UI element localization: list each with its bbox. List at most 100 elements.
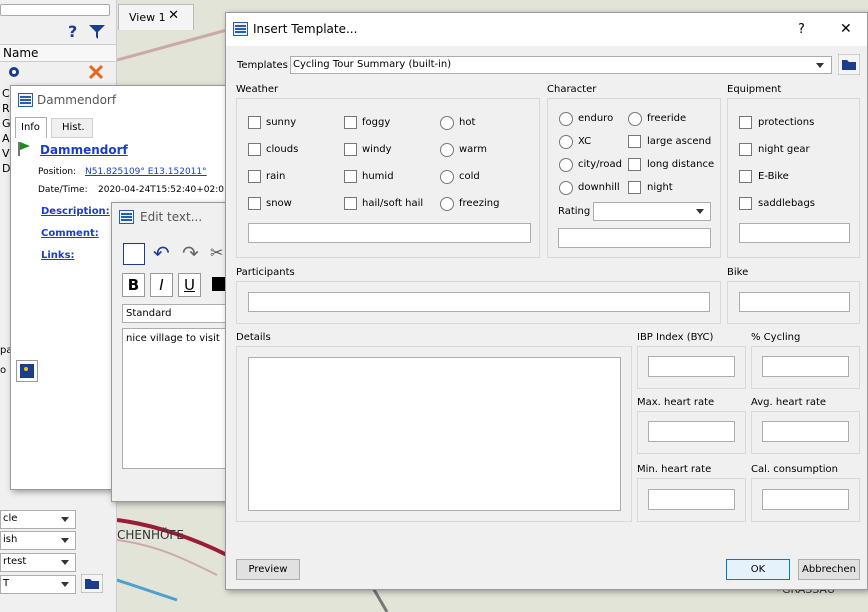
dialog-title-bar: Insert Template... <box>226 13 867 46</box>
name-column-header[interactable]: Name <box>0 44 116 62</box>
details-label: Details <box>236 332 271 343</box>
min-heart-rate-field[interactable] <box>648 489 735 510</box>
preview-button[interactable]: Preview <box>236 559 300 580</box>
checkbox-large-ascend[interactable] <box>628 135 641 148</box>
participants-label: Participants <box>236 267 295 278</box>
checkbox-sunny[interactable] <box>248 116 261 129</box>
checkbox-hail[interactable] <box>344 197 357 210</box>
checkbox-rain[interactable] <box>248 170 261 183</box>
checkbox-night-gear[interactable] <box>739 143 752 156</box>
tools-icon[interactable] <box>88 64 104 80</box>
character-notes-field[interactable] <box>558 228 711 248</box>
help-button[interactable]: ? <box>798 22 805 37</box>
cancel-button[interactable]: Abbrechen <box>798 559 860 580</box>
radio-warm[interactable] <box>440 143 454 157</box>
style-select[interactable]: Standard <box>122 304 237 323</box>
close-icon[interactable]: ✕ <box>840 21 852 37</box>
checkbox-label: long distance <box>647 159 715 170</box>
folder-open-icon[interactable] <box>838 54 860 75</box>
details-textarea[interactable] <box>248 357 621 511</box>
chevron-down-icon <box>61 560 69 565</box>
cycling-percent-group <box>751 346 860 389</box>
participants-field[interactable] <box>248 292 710 312</box>
combo-2[interactable]: ish <box>0 531 76 550</box>
position-link[interactable]: N51.825109° E13.152011° <box>85 167 207 177</box>
combo-value: ish <box>3 534 18 545</box>
ok-button[interactable]: OK <box>726 559 790 580</box>
waypoint-name-link[interactable]: Dammendorf <box>40 143 128 157</box>
checkbox-long-distance[interactable] <box>628 158 641 171</box>
radio-hot[interactable] <box>440 116 454 130</box>
equipment-notes-field[interactable] <box>739 223 850 243</box>
ibp-index-field[interactable] <box>648 356 735 377</box>
radio-freezing[interactable] <box>440 197 454 211</box>
links-link[interactable]: Links: <box>41 250 75 261</box>
templates-select[interactable]: Cycling Tour Summary (built-in) <box>290 56 832 74</box>
image-placeholder-icon[interactable] <box>16 360 38 382</box>
insert-template-dialog: Insert Template... ? ✕ Templates Cycling… <box>225 12 868 590</box>
info-window-title-bar: Dammendorf <box>11 86 249 114</box>
cal-consumption-field[interactable] <box>762 489 849 510</box>
chevron-down-icon <box>61 517 69 522</box>
avg-heart-rate-field[interactable] <box>762 421 849 442</box>
checkbox-label: night <box>647 182 673 193</box>
rating-select[interactable] <box>593 202 711 221</box>
bike-field[interactable] <box>739 292 850 312</box>
cycling-percent-field[interactable] <box>762 356 849 377</box>
combo-value: cle <box>3 513 18 524</box>
checkbox-snow[interactable] <box>248 197 261 210</box>
color-button[interactable] <box>212 277 226 291</box>
checkbox-humid[interactable] <box>344 170 357 183</box>
comment-link[interactable]: Comment: <box>41 228 99 239</box>
bold-button[interactable]: B <box>122 273 145 297</box>
weather-label: Weather <box>236 84 279 95</box>
max-heart-rate-group <box>637 411 746 454</box>
max-heart-rate-field[interactable] <box>648 421 735 442</box>
tab-info[interactable]: Info <box>15 117 47 138</box>
gear-icon[interactable] <box>7 65 21 79</box>
top-scrollbar[interactable] <box>0 4 110 16</box>
combo-3[interactable]: rtest <box>0 553 76 572</box>
checkbox-clouds[interactable] <box>248 143 261 156</box>
checkbox-e-bike[interactable] <box>739 170 752 183</box>
chevron-down-icon <box>61 582 69 587</box>
window-title: Edit text... <box>140 210 203 224</box>
radio-enduro[interactable] <box>559 112 573 126</box>
checkbox-windy[interactable] <box>344 143 357 156</box>
text-editor[interactable]: nice village to visit <box>122 328 237 469</box>
character-label: Character <box>547 84 597 95</box>
italic-button[interactable]: I <box>150 273 173 297</box>
checkbox-saddlebags[interactable] <box>739 197 752 210</box>
underline-button[interactable]: U <box>178 273 201 297</box>
combo-1[interactable]: cle <box>0 510 76 529</box>
rating-label: Rating <box>558 206 591 217</box>
weather-notes-field[interactable] <box>248 223 531 243</box>
redo-icon[interactable]: ↷ <box>182 241 199 265</box>
checkbox-label: protections <box>758 117 815 128</box>
help-icon[interactable]: ? <box>68 22 77 41</box>
description-link[interactable]: Description: <box>41 206 110 217</box>
ibp-index-group <box>637 346 746 389</box>
checkbox-night[interactable] <box>628 181 641 194</box>
close-icon[interactable]: ✕ <box>168 8 179 23</box>
list-icon[interactable] <box>123 243 145 265</box>
radio-xc[interactable] <box>559 135 573 149</box>
radio-freeride[interactable] <box>628 112 642 126</box>
chevron-down-icon <box>816 63 824 68</box>
folder-icon[interactable] <box>81 574 103 593</box>
radio-label: freezing <box>459 198 500 209</box>
checkbox-protections[interactable] <box>739 116 752 129</box>
cut-icon[interactable]: ✂ <box>210 243 223 262</box>
combo-4[interactable]: T <box>0 575 76 594</box>
checkbox-foggy[interactable] <box>344 116 357 129</box>
radio-cold[interactable] <box>440 170 454 184</box>
filter-icon[interactable] <box>88 24 106 40</box>
radio-downhill[interactable] <box>559 181 573 195</box>
cal-consumption-label: Cal. consumption <box>751 464 838 475</box>
tab-hist[interactable]: Hist. <box>51 118 93 138</box>
tab-view-1[interactable]: View 1 ✕ <box>118 4 194 30</box>
undo-icon[interactable]: ↶ <box>153 241 170 265</box>
place-label: CHENHÖFE <box>117 528 184 542</box>
checkbox-label: clouds <box>266 144 299 155</box>
radio-city-road[interactable] <box>559 158 573 172</box>
